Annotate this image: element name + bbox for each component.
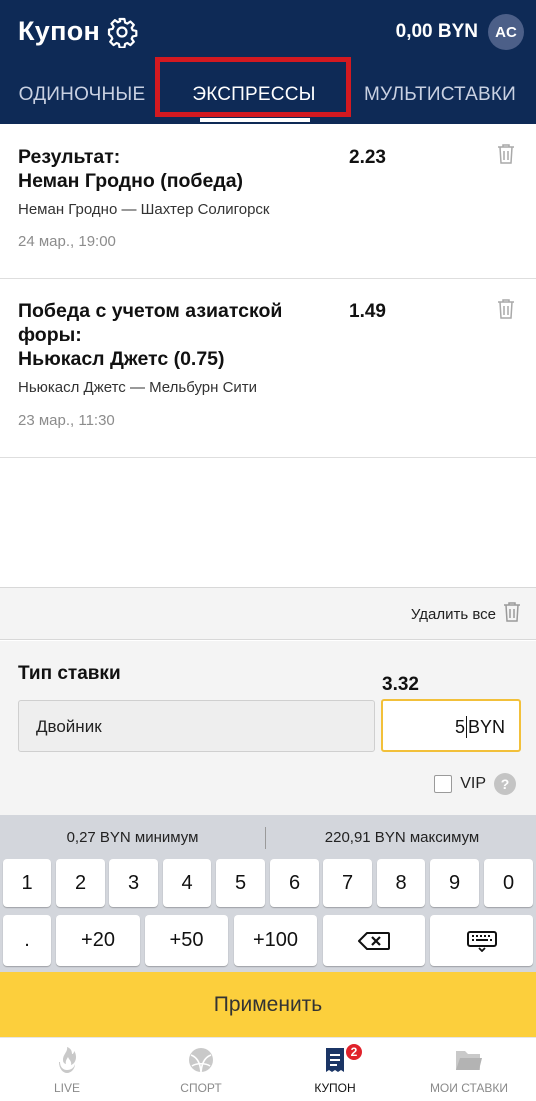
nav-my-bets[interactable]: МОИ СТАВКИ xyxy=(402,1038,536,1101)
coupon-count-badge: 2 xyxy=(344,1042,364,1062)
nav-live[interactable]: LIVE xyxy=(0,1038,134,1101)
stake-limits: 0,27 BYN минимум 220,91 BYN максимум xyxy=(0,815,536,855)
folder-icon xyxy=(456,1051,482,1070)
apply-button[interactable]: Применить xyxy=(0,972,536,1037)
delete-all-button[interactable]: Удалить все xyxy=(411,606,496,623)
total-odds: 3.32 xyxy=(382,674,419,695)
nav-label: МОИ СТАВКИ xyxy=(429,1081,509,1095)
bet-odds: 1.49 xyxy=(349,301,386,322)
header: Купон 0,00 BYN AC ОДИНОЧНЫЕ ЭКСПРЕССЫ МУ… xyxy=(0,0,536,124)
bet-market: Победа с учетом азиатской форы: Ньюкасл … xyxy=(18,299,328,371)
bet-item: Победа с учетом азиатской форы: Ньюкасл … xyxy=(0,279,536,458)
tab-multi[interactable]: МУЛЬТИСТАВКИ xyxy=(344,66,536,124)
balance: 0,00 BYN xyxy=(395,21,478,42)
bet-market: Результат: Неман Гродно (победа) xyxy=(18,145,328,193)
keyboard-icon xyxy=(466,930,497,952)
key-6[interactable]: 6 xyxy=(270,859,319,907)
min-stake: 0,27 BYN минимум xyxy=(66,829,199,846)
key-9[interactable]: 9 xyxy=(430,859,479,907)
tab-single[interactable]: ОДИНОЧНЫЕ xyxy=(0,66,164,124)
key-8[interactable]: 8 xyxy=(377,859,425,907)
bottom-nav: LIVE СПОРТ 2 КУПОН МОИ СТАВКИ xyxy=(0,1037,536,1101)
nav-label: LIVE xyxy=(53,1081,80,1095)
bet-odds: 2.23 xyxy=(349,147,386,168)
empty-space xyxy=(0,458,536,588)
ball-icon xyxy=(189,1048,213,1073)
stake-currency: BYN xyxy=(467,716,505,737)
backspace-icon xyxy=(358,931,390,950)
key-2[interactable]: 2 xyxy=(56,859,105,907)
key-plus-20[interactable]: +20 xyxy=(56,915,140,966)
text-cursor xyxy=(465,716,467,738)
backspace-key[interactable] xyxy=(323,915,425,966)
key-plus-100[interactable]: +100 xyxy=(234,915,317,966)
vip-checkbox[interactable] xyxy=(434,775,453,793)
stake-value: 5 xyxy=(454,716,465,737)
fire-icon xyxy=(59,1047,76,1073)
stake-input[interactable]: 5 BYN xyxy=(381,699,521,752)
trash-icon[interactable] xyxy=(496,143,516,165)
highlight-box xyxy=(155,57,351,117)
key-0[interactable]: 0 xyxy=(484,859,533,907)
bet-date: 23 мар., 11:30 xyxy=(18,412,115,429)
key-4[interactable]: 4 xyxy=(163,859,211,907)
nav-label: СПОРТ xyxy=(180,1081,222,1095)
bet-type-value: Двойник xyxy=(36,717,102,736)
active-tab-indicator xyxy=(200,118,310,122)
bet-type-panel: Тип ставки 3.32 Двойник 5 BYN VIP ? xyxy=(0,641,536,815)
max-stake: 220,91 BYN максимум xyxy=(324,829,480,846)
avatar[interactable]: AC xyxy=(488,14,524,50)
bet-type-select[interactable]: Двойник xyxy=(18,700,375,752)
limits-divider xyxy=(265,827,266,849)
key-3[interactable]: 3 xyxy=(109,859,158,907)
gear-icon[interactable] xyxy=(106,16,138,48)
bet-market-line: форы: xyxy=(18,324,82,346)
nav-sport[interactable]: СПОРТ xyxy=(134,1038,268,1101)
numeric-keyboard: 0,27 BYN минимум 220,91 BYN максимум 1 2… xyxy=(0,815,536,972)
key-1[interactable]: 1 xyxy=(3,859,51,907)
bet-market-line: Ньюкасл Джетс (0.75) xyxy=(18,348,225,370)
vip-option: VIP ? xyxy=(434,773,516,795)
keyboard-toggle-key[interactable] xyxy=(430,915,533,966)
page-title: Купон xyxy=(18,16,101,46)
bet-type-label: Тип ставки xyxy=(18,663,121,684)
help-icon[interactable]: ? xyxy=(494,773,516,795)
trash-icon[interactable] xyxy=(496,298,516,320)
bet-market-line: Победа с учетом азиатской xyxy=(18,300,283,322)
delete-all-bar: Удалить все xyxy=(0,588,536,640)
trash-icon[interactable] xyxy=(502,601,522,623)
key-plus-50[interactable]: +50 xyxy=(145,915,228,966)
key-5[interactable]: 5 xyxy=(216,859,265,907)
bet-market-line: Неман Гродно (победа) xyxy=(18,170,244,192)
key-7[interactable]: 7 xyxy=(323,859,372,907)
bet-market-line: Результат: xyxy=(18,146,121,168)
bet-date: 24 мар., 19:00 xyxy=(18,233,116,250)
nav-label: КУПОН xyxy=(314,1081,356,1095)
bet-match: Ньюкасл Джетс — Мельбурн Сити xyxy=(18,379,258,396)
key-decimal[interactable]: . xyxy=(3,915,51,966)
vip-label: VIP xyxy=(460,775,486,792)
nav-coupon[interactable]: 2 КУПОН xyxy=(268,1038,402,1101)
bet-match: Неман Гродно — Шахтер Солигорск xyxy=(18,201,270,218)
bet-item: Результат: Неман Гродно (победа) 2.23 Не… xyxy=(0,124,536,279)
